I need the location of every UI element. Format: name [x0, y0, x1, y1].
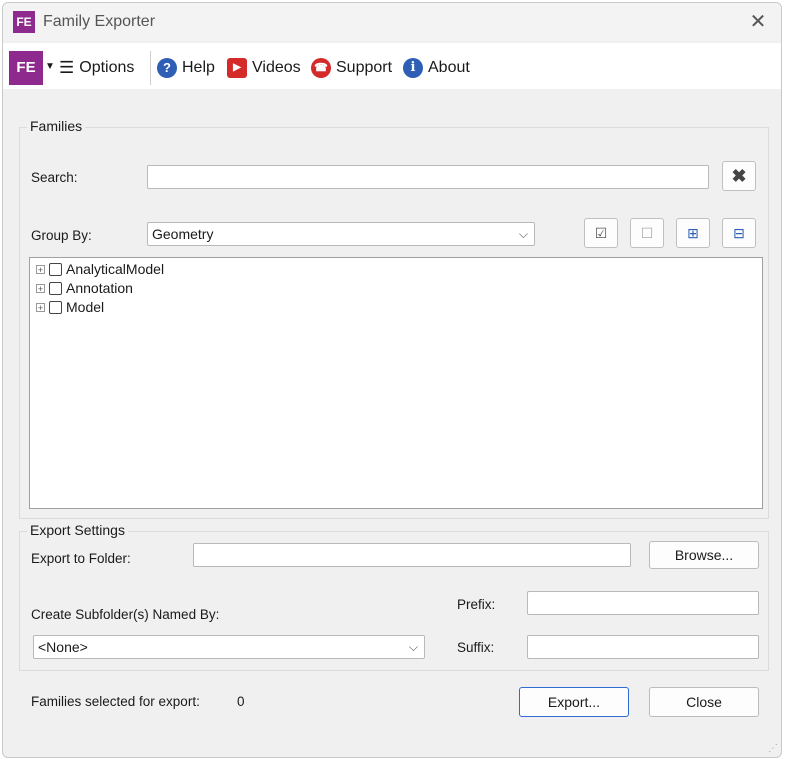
suffix-label: Suffix:: [457, 640, 495, 655]
headset-icon: ☎: [311, 58, 331, 78]
expand-node-icon[interactable]: +: [36, 283, 45, 293]
collapse-icon: ⊟: [733, 225, 745, 241]
help-button[interactable]: ? Help: [157, 57, 215, 79]
search-input[interactable]: [147, 165, 709, 189]
suffix-input[interactable]: [527, 635, 759, 659]
group-by-value: Geometry: [152, 226, 214, 242]
search-label: Search:: [31, 170, 78, 185]
families-selected-count: 0: [237, 694, 245, 709]
collapse-all-button[interactable]: ⊟: [722, 218, 756, 248]
window-close-button[interactable]: ✕: [745, 9, 771, 35]
help-icon: ?: [157, 58, 177, 78]
tree-node-label: Model: [66, 299, 105, 315]
expand-all-button[interactable]: ⊞: [676, 218, 710, 248]
tree-node-label: AnalyticalModel: [66, 261, 165, 277]
options-button[interactable]: ☰ Options: [59, 57, 134, 79]
help-label: Help: [182, 59, 215, 76]
tree-node[interactable]: + AnalyticalModel: [36, 260, 164, 278]
tree-node-label: Annotation: [66, 280, 133, 296]
export-folder-label: Export to Folder:: [31, 551, 131, 566]
videos-button[interactable]: ▶ Videos: [227, 57, 301, 79]
prefix-input[interactable]: [527, 591, 759, 615]
title-bar: FE Family Exporter ✕: [3, 3, 781, 41]
about-button[interactable]: i About: [403, 57, 470, 79]
tree-node[interactable]: + Annotation: [36, 279, 133, 297]
videos-label: Videos: [252, 59, 301, 76]
families-legend: Families: [27, 118, 86, 134]
info-icon: i: [403, 58, 423, 78]
export-folder-input[interactable]: [193, 543, 631, 567]
check-list-icon: ☑: [594, 225, 608, 241]
check-all-button[interactable]: ☑: [584, 218, 618, 248]
uncheck-list-icon: ☐: [640, 225, 654, 241]
family-exporter-window: FE Family Exporter ✕ FE ▼ ☰ Options ? He…: [2, 2, 782, 758]
expand-icon: ⊞: [687, 225, 699, 241]
group-by-select[interactable]: Geometry ⌵: [147, 222, 535, 246]
group-by-label: Group By:: [31, 228, 92, 243]
node-checkbox[interactable]: [49, 281, 62, 295]
support-button[interactable]: ☎ Support: [311, 57, 392, 79]
expand-node-icon[interactable]: +: [36, 302, 45, 312]
export-button[interactable]: Export...: [519, 687, 629, 717]
close-button[interactable]: Close: [649, 687, 759, 717]
subfolder-value: <None>: [38, 639, 88, 655]
node-checkbox[interactable]: [49, 262, 62, 276]
play-icon: ▶: [227, 58, 247, 78]
families-selected-label: Families selected for export:: [31, 694, 200, 709]
toolbar-separator: [150, 51, 151, 85]
app-menu-button[interactable]: FE: [9, 51, 43, 85]
family-tree[interactable]: + AnalyticalModel + Annotation + Model: [29, 257, 763, 509]
tree-node[interactable]: + Model: [36, 298, 104, 316]
toolbar: FE ▼ ☰ Options ? Help ▶ Videos ☎ Support…: [3, 43, 781, 89]
subfolder-label: Create Subfolder(s) Named By:: [31, 607, 220, 622]
app-logo-icon: FE: [13, 11, 35, 33]
window-title: Family Exporter: [43, 13, 156, 30]
chevron-down-icon: ⌵: [408, 640, 418, 654]
resize-grip-icon[interactable]: ⋰: [768, 743, 778, 754]
about-label: About: [428, 59, 470, 76]
clear-search-button[interactable]: ✖: [722, 161, 756, 191]
chevron-down-icon[interactable]: ▼: [45, 61, 55, 72]
options-label: Options: [79, 59, 135, 76]
uncheck-all-button[interactable]: ☐: [630, 218, 664, 248]
subfolder-select[interactable]: <None> ⌵: [33, 635, 425, 659]
expand-node-icon[interactable]: +: [36, 264, 45, 274]
prefix-label: Prefix:: [457, 597, 496, 612]
chevron-down-icon: ⌵: [518, 227, 528, 241]
list-icon: ☰: [59, 58, 75, 77]
browse-button[interactable]: Browse...: [649, 541, 759, 569]
close-icon: ✖: [731, 166, 747, 186]
export-settings-legend: Export Settings: [27, 522, 128, 538]
node-checkbox[interactable]: [49, 300, 62, 314]
support-label: Support: [336, 59, 393, 76]
